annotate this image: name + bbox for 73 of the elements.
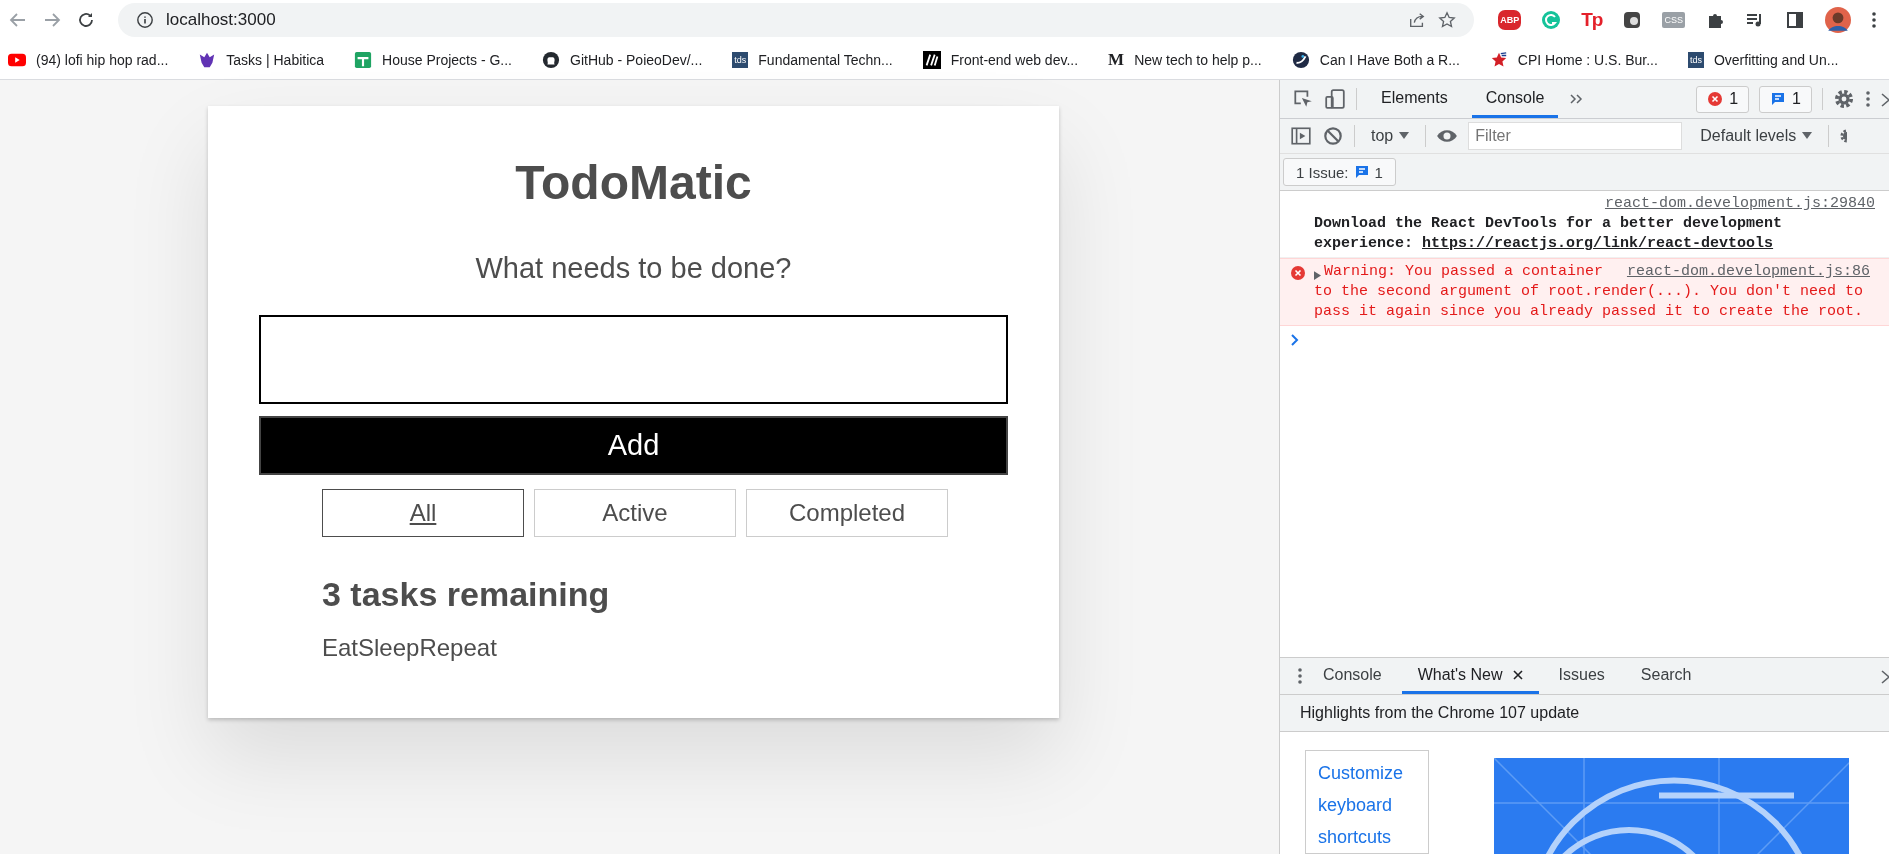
- source-link[interactable]: react-dom.development.js:86: [1626, 262, 1870, 282]
- avatar-icon[interactable]: [1825, 7, 1851, 33]
- prompt-label: What needs to be done?: [474, 251, 793, 285]
- devtools-tab[interactable]: Elements: [1367, 80, 1462, 118]
- message-icon: [1353, 164, 1370, 180]
- close-icon[interactable]: [1512, 669, 1523, 680]
- console-error-summary: Warning: You passed a container: [1324, 262, 1604, 282]
- cat-silhouette-icon: [542, 50, 560, 69]
- filter-button[interactable]: All: [322, 488, 524, 537]
- site-logo: M: [1108, 49, 1125, 70]
- filter-field[interactable]: Filter: [1468, 122, 1683, 150]
- tasks-remaining-heading: 3 tasks remaining: [322, 574, 611, 614]
- drawer-tab[interactable]: Issues: [1542, 658, 1621, 694]
- bookmark-link[interactable]: GitHub - PoieoDev/...: [542, 50, 703, 69]
- caret-icon: [1399, 132, 1410, 140]
- caret-icon: [1802, 132, 1813, 140]
- console-message: Download the React DevTools for a better development experience: https://reactjs.org/link/react-devtools: [1314, 214, 1784, 254]
- bookmark-link[interactable]: (94) lofi hip hop rad...: [8, 50, 169, 69]
- settings-icon[interactable]: [1839, 127, 1848, 145]
- error-count-button[interactable]: 1: [1696, 85, 1750, 113]
- slashes-logo-icon: [922, 50, 941, 69]
- bookmark-link[interactable]: CPI Home : U.S. Bur...: [1489, 50, 1658, 69]
- task-input-field[interactable]: [259, 314, 1008, 404]
- bookmark-link[interactable]: Can I Have Both a R...: [1291, 50, 1460, 69]
- source-link[interactable]: react-dom.development.js:29840: [1604, 195, 1875, 212]
- side-panel-icon[interactable]: [1785, 10, 1805, 30]
- expand-arrow-icon[interactable]: [1314, 270, 1321, 280]
- bookmark-link[interactable]: Front-end web dev...: [922, 50, 1079, 69]
- console-error-text: to the second argument of root.render(...). You don't need to pass it again since you already passed it to create the root.: [1314, 282, 1865, 322]
- issues-button[interactable]: 1 Issue: 1: [1283, 158, 1396, 186]
- menu-icon[interactable]: [1871, 10, 1877, 30]
- info-icon: [136, 11, 154, 29]
- site-badge: tds: [732, 51, 749, 68]
- star-logo-icon: [1489, 50, 1508, 69]
- star-icon[interactable]: [1438, 11, 1457, 29]
- device-icon[interactable]: [1324, 88, 1346, 110]
- extension-badge[interactable]: ABP: [1498, 10, 1522, 30]
- drawer-tab[interactable]: Search: [1624, 658, 1708, 694]
- sidebar-toggle-icon[interactable]: [1290, 125, 1312, 147]
- reload-icon[interactable]: [76, 10, 96, 30]
- drawer-menu-icon[interactable]: [1297, 666, 1303, 686]
- url-text: localhost:3000: [166, 10, 276, 30]
- spreadsheet-icon: [354, 50, 373, 69]
- clear-console-icon[interactable]: [1322, 125, 1344, 147]
- settings-icon[interactable]: [1833, 88, 1855, 110]
- site-badge: tds: [1687, 51, 1704, 68]
- bookmark-link[interactable]: tds Fundamental Techn...: [732, 51, 893, 68]
- filter-button[interactable]: Completed: [746, 488, 948, 537]
- shortcuts-link[interactable]: Customize keyboard shortcuts: [1318, 757, 1418, 853]
- error-icon: [1707, 91, 1724, 107]
- prompt-chevron-icon: [1290, 334, 1300, 346]
- bookmark-link[interactable]: tds Overfitting and Un...: [1687, 51, 1839, 68]
- share-icon[interactable]: [1408, 11, 1427, 29]
- error-icon: [1290, 265, 1306, 281]
- context-dropdown[interactable]: top: [1365, 126, 1416, 146]
- app-title: TodoMatic: [514, 155, 753, 211]
- address-bar[interactable]: localhost:3000: [118, 3, 1475, 37]
- bookmark-link[interactable]: M New tech to help p...: [1108, 49, 1262, 70]
- task-label: EatSleepRepeat: [322, 633, 498, 662]
- log-levels-dropdown[interactable]: Default levels: [1694, 126, 1819, 146]
- filter-button[interactable]: Active: [534, 488, 736, 537]
- swoosh-disc-icon: [1291, 50, 1310, 69]
- message-icon: [1770, 91, 1787, 107]
- bookmark-link[interactable]: Tasks | Habitica: [198, 50, 325, 69]
- bookmark-link[interactable]: House Projects - G...: [354, 50, 512, 69]
- more-options-icon[interactable]: [1865, 89, 1871, 109]
- drawer-tab[interactable]: Console: [1307, 658, 1398, 694]
- highlights-heading: Highlights from the Chrome 107 update: [1300, 704, 1580, 722]
- message-count-button[interactable]: 1: [1759, 85, 1812, 113]
- extension-logo[interactable]: Tp: [1581, 9, 1603, 31]
- extension-icon[interactable]: [1622, 10, 1643, 30]
- devtools-link[interactable]: https://reactjs.org/link/react-devtools: [1422, 235, 1774, 252]
- add-button[interactable]: Add: [259, 415, 1008, 475]
